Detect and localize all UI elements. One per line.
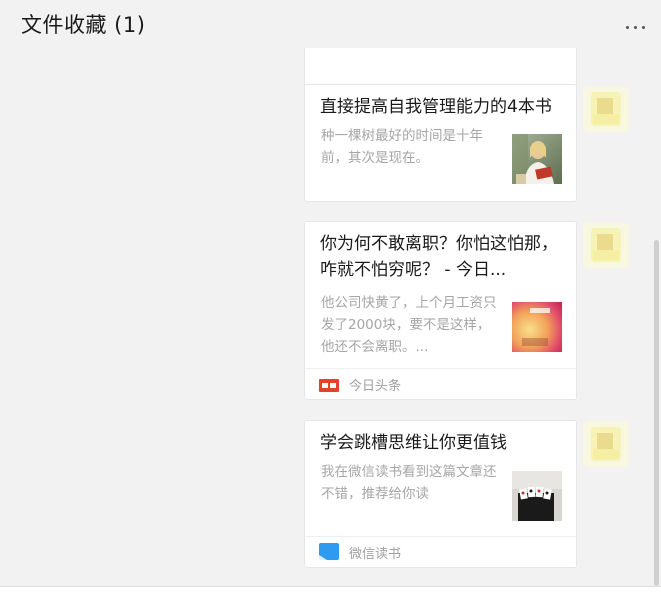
- article-title: 直接提高自我管理能力的4本书: [320, 97, 552, 117]
- article-description: 他公司快黄了，上个月工资只发了2000块，要不是这样，他还不会离职。...: [321, 295, 497, 355]
- toutiao-logo-icon: [319, 377, 339, 396]
- article-title: 学会跳槽思维让你更值钱: [320, 433, 507, 453]
- article-description: 我在微信读书看到这篇文章还不错，推荐给你读: [321, 464, 497, 502]
- user-avatar[interactable]: [583, 86, 629, 132]
- source-bar: 今日头条: [305, 368, 576, 399]
- cards-thumbnail: [512, 471, 562, 521]
- input-area[interactable]: [0, 587, 661, 594]
- source-label: 微信读书: [349, 547, 402, 562]
- article-card[interactable]: 学会跳槽思维让你更值钱 我在微信读书看到这篇文章还不错，推荐给你读 微信读书: [304, 420, 577, 568]
- user-avatar[interactable]: [583, 421, 629, 467]
- weread-logo-icon: [319, 543, 339, 564]
- article-title: 你为何不敢离职？你怕这怕那，咋就不怕穷呢？ - 今日...: [320, 234, 558, 280]
- chat-window: 文件收藏 (1) 直接提高自我管理能力的4本书 种一棵树最好的时间是十年前，其次…: [0, 0, 661, 594]
- user-avatar[interactable]: [583, 222, 629, 268]
- woman-reading-thumbnail: [512, 134, 562, 184]
- source-label: 今日头条: [349, 379, 402, 394]
- more-options-icon[interactable]: [620, 20, 650, 34]
- chat-title: 文件收藏 (1): [21, 13, 146, 37]
- blurred-book-thumbnail: [512, 302, 562, 352]
- article-description: 种一棵树最好的时间是十年前，其次是现在。: [321, 128, 483, 166]
- scrollbar-thumb[interactable]: [654, 240, 659, 586]
- source-bar: 微信读书: [305, 536, 576, 567]
- title-bar: 文件收藏 (1): [0, 0, 661, 48]
- article-card[interactable]: 直接提高自我管理能力的4本书 种一棵树最好的时间是十年前，其次是现在。: [304, 84, 577, 202]
- article-card[interactable]: 你为何不敢离职？你怕这怕那，咋就不怕穷呢？ - 今日... 他公司快黄了，上个月…: [304, 221, 577, 400]
